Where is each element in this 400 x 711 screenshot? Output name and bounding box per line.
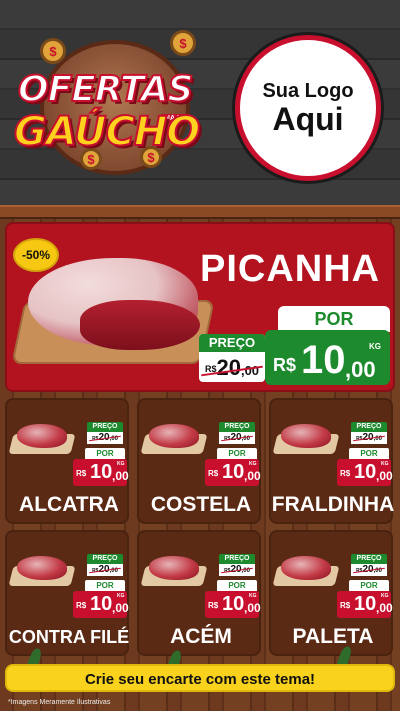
new-price-integer: 10	[301, 338, 346, 382]
title-gaucho: GAÚCHO	[13, 109, 201, 155]
new-price-label: POR	[85, 580, 125, 591]
new-price-unit: KG	[369, 342, 381, 351]
old-price-label: PREÇO	[351, 422, 387, 432]
meat-image	[17, 556, 67, 580]
new-price-box: R$ 10,00 KG	[337, 459, 393, 486]
new-price-currency: R$	[273, 355, 297, 375]
meat-image	[149, 556, 199, 580]
title-ofertas: OFERTAS	[17, 69, 194, 110]
product-name: ALCATRA	[19, 493, 119, 516]
new-price-label: POR	[85, 448, 125, 459]
new-price-label: POR	[278, 306, 390, 332]
product-card[interactable]: PREÇOR$20,00PORR$10,00KGALCATRA	[5, 398, 129, 524]
cta-banner[interactable]: Crie seu encarte com este tema!	[5, 664, 395, 692]
product-name: FRALDINHA	[271, 493, 395, 516]
meat-image	[149, 424, 199, 448]
product-card[interactable]: PREÇOR$20,00PORR$10,00KGACÉM	[137, 530, 261, 656]
product-name: ACÉM	[170, 625, 232, 648]
offers-title-badge: $ $ $ $ OFERTAS DIA DO GAÚCHO	[10, 30, 220, 180]
product-name: COSTELA	[150, 493, 252, 516]
new-price-box: R$ 10,00 KG	[73, 591, 129, 618]
new-price-box: R$ 10,00 KG	[205, 459, 261, 486]
meat-image	[281, 424, 331, 448]
product-card[interactable]: PREÇOR$20,00PORR$10,00KGPALETA	[269, 530, 393, 656]
picanha-meat-shade	[80, 300, 200, 350]
store-logo-placeholder[interactable]: Sua Logo Aqui	[235, 35, 381, 181]
old-price-label: PREÇO	[87, 554, 123, 564]
old-price-label: PREÇO	[87, 422, 123, 432]
logo-text-line2: Aqui	[272, 100, 344, 137]
disclaimer-note: *Imagens Meramente Ilustrativas	[8, 699, 111, 706]
featured-product-name: PICANHA	[200, 248, 381, 290]
product-name: CONTRA FILÉ	[8, 627, 130, 647]
product-card[interactable]: PREÇOR$20,00PORR$10,00KGCOSTELA	[137, 398, 261, 524]
wood-shelf-divider	[0, 205, 400, 219]
coin-icon: $	[40, 38, 66, 64]
new-price-box: R$ 10,00 KG	[337, 591, 393, 618]
new-price-box: R$ 10,00 KG	[73, 459, 129, 486]
old-price-label: PREÇO	[219, 422, 255, 432]
product-name: PALETA	[292, 625, 374, 648]
new-price-label: POR	[349, 448, 389, 459]
product-card[interactable]: PREÇOR$20,00PORR$10,00KGFRALDINHA	[269, 398, 395, 524]
new-price-decimals: ,00	[345, 357, 376, 382]
new-price-label: POR	[217, 580, 257, 591]
new-price-label: POR	[217, 448, 257, 459]
old-price-label: PREÇO	[219, 554, 255, 564]
meat-image	[281, 556, 331, 580]
meat-image	[17, 424, 67, 448]
logo-text-line1: Sua Logo	[262, 79, 354, 102]
product-card[interactable]: PREÇOR$20,00PORR$10,00KGCONTRA FILÉ	[5, 530, 129, 656]
new-price-box: R$ 10,00 KG	[205, 591, 261, 618]
coin-icon: $	[170, 30, 196, 56]
discount-badge: -50%	[13, 238, 59, 272]
old-price-label: PREÇO	[199, 334, 265, 352]
old-price-label: PREÇO	[351, 554, 387, 564]
new-price-label: POR	[349, 580, 389, 591]
